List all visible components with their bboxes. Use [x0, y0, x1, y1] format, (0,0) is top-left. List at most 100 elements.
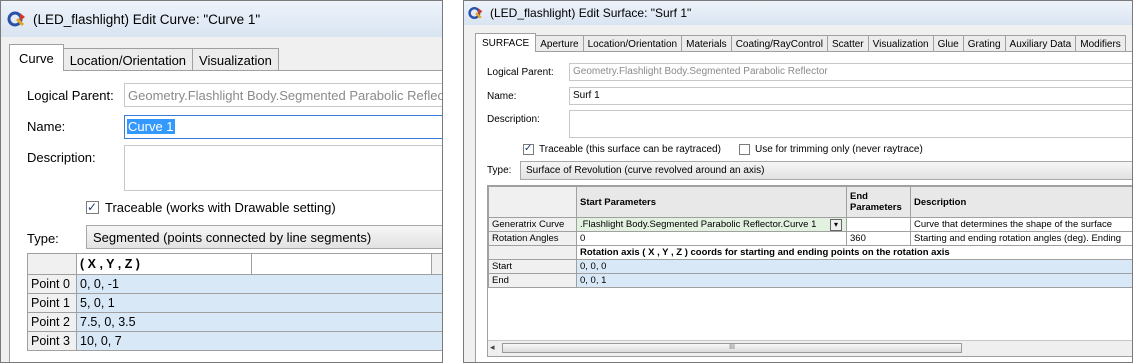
surface-tab-panel: Logical Parent: Geometry.Flashlight Body… [475, 51, 1132, 362]
table-row: Rotation Angles 0 360 Starting and endin… [488, 231, 1132, 246]
traceable-checkbox[interactable] [523, 143, 534, 155]
table-row: Point 0 0, 0, -1 [27, 274, 442, 294]
table-row: End 0, 0, 1 [488, 273, 1132, 288]
edit-curve-window: (LED_flashlight) Edit Curve: "Curve 1" C… [0, 0, 443, 363]
point-row-label[interactable]: Point 2 [27, 312, 77, 332]
traceable-label: Traceable (this surface can be raytraced… [539, 144, 721, 155]
traceable-checkbox[interactable] [86, 200, 99, 214]
logical-parent-field: Geometry.Flashlight Body.Segmented Parab… [124, 83, 442, 107]
points-corner-cell [27, 253, 77, 275]
table-row: Point 3 10, 0, 7 [27, 331, 442, 351]
start-parameters-header: Start Parameters [576, 186, 847, 218]
traceable-option[interactable]: Traceable (works with Drawable setting) [86, 200, 336, 215]
generatrix-curve-value: .Flashlight Body.Segmented Parabolic Ref… [580, 219, 817, 230]
name-input[interactable]: Curve 1 [124, 115, 442, 139]
point-value-cell[interactable]: 10, 0, 7 [76, 331, 442, 351]
trim-checkbox[interactable] [739, 144, 750, 155]
parameters-header-row: Start Parameters End Parameters Descript… [488, 186, 1132, 218]
description-header: Description [910, 186, 1132, 218]
tab-auxiliary-data[interactable]: Auxiliary Data [1004, 35, 1077, 52]
tab-modifiers[interactable]: Modifiers [1075, 35, 1126, 52]
point-row-label[interactable]: Point 1 [27, 293, 77, 313]
trim-label: Use for trimming only (never raytrace) [755, 144, 923, 155]
parameters-table-area: Start Parameters End Parameters Descript… [487, 185, 1132, 357]
surface-window-title: (LED_flashlight) Edit Surface: "Surf 1" [490, 6, 692, 20]
surface-title-bar[interactable]: (LED_flashlight) Edit Surface: "Surf 1" [464, 1, 1132, 25]
app-icon [468, 5, 484, 21]
curve-tab-bar: Curve Location/Orientation Visualization [9, 44, 442, 71]
trim-option[interactable]: Use for trimming only (never raytrace) [739, 144, 923, 155]
table-row: Generatrix Curve .Flashlight Body.Segmen… [488, 217, 1132, 232]
points-empty-header [251, 253, 432, 275]
generatrix-end-cell[interactable] [846, 217, 911, 232]
row-label-generatrix[interactable]: Generatrix Curve [488, 217, 577, 232]
description-input[interactable] [569, 110, 1132, 138]
tab-surface[interactable]: SURFACE [475, 33, 537, 52]
logical-parent-label: Logical Parent: [27, 88, 114, 103]
curve-title-bar[interactable]: (LED_flashlight) Edit Curve: "Curve 1" [1, 1, 442, 37]
tab-scatter[interactable]: Scatter [826, 35, 869, 52]
axis-end-value[interactable]: 0, 0, 1 [576, 273, 1132, 288]
tab-grating[interactable]: Grating [962, 35, 1006, 52]
point-row-label[interactable]: Point 3 [27, 331, 77, 351]
tab-aperture[interactable]: Aperture [535, 35, 584, 52]
end-parameters-header: End Parameters [846, 186, 911, 218]
point-row-label[interactable]: Point 0 [27, 274, 77, 294]
tab-coating-raycontrol[interactable]: Coating/RayControl [730, 35, 828, 52]
description-label: Description: [27, 150, 96, 165]
surface-type-dropdown[interactable]: Surface of Revolution (curve revolved ar… [520, 161, 1132, 180]
traceable-label: Traceable (works with Drawable setting) [105, 200, 336, 215]
tab-location-orientation[interactable]: Location/Orientation [582, 35, 683, 52]
row-label-rotation-angles[interactable]: Rotation Angles [488, 231, 577, 246]
tab-location-orientation[interactable]: Location/Orientation [62, 48, 194, 71]
rotation-start-cell[interactable]: 0 [576, 231, 847, 246]
logical-parent-label: Logical Parent: [487, 67, 554, 78]
points-column-header: ( X , Y , Z ) [76, 253, 252, 275]
parameters-corner-cell [488, 186, 577, 218]
scrollbar-thumb[interactable]: III [502, 343, 962, 353]
name-input[interactable]: Surf 1 [569, 87, 1132, 105]
tab-glue[interactable]: Glue [932, 35, 964, 52]
point-value-cell[interactable]: 7.5, 0, 3.5 [76, 312, 442, 332]
axis-row-label-start[interactable]: Start [488, 259, 577, 274]
tab-curve[interactable]: Curve [9, 44, 64, 71]
axis-corner-cell [488, 245, 577, 260]
curve-type-dropdown[interactable]: Segmented (points connected by line segm… [86, 225, 442, 249]
rotation-description-cell: Starting and ending rotation angles (deg… [910, 231, 1132, 246]
type-label: Type: [27, 231, 59, 246]
axis-row-label-end[interactable]: End [488, 273, 577, 288]
parameters-table: Start Parameters End Parameters Descript… [488, 186, 1132, 288]
scroll-left-arrow-icon[interactable]: ◂ [490, 342, 495, 353]
tab-visualization[interactable]: Visualization [867, 35, 934, 52]
table-row: Rotation axis ( X , Y , Z ) coords for s… [488, 245, 1132, 260]
app-icon [7, 9, 27, 29]
traceable-option[interactable]: Traceable (this surface can be raytraced… [523, 143, 721, 155]
curve-window-title: (LED_flashlight) Edit Curve: "Curve 1" [33, 11, 261, 27]
points-table: ( X , Y , Z ) Point 0 0, 0, -1 Point 1 5… [27, 253, 442, 351]
description-input[interactable] [124, 145, 442, 191]
axis-start-value[interactable]: 0, 0, 0 [576, 259, 1132, 274]
tab-materials[interactable]: Materials [681, 35, 732, 52]
logical-parent-field: Geometry.Flashlight Body.Segmented Parab… [569, 63, 1132, 81]
name-label: Name: [487, 91, 517, 102]
curve-tab-panel: Logical Parent: Geometry.Flashlight Body… [9, 70, 442, 362]
dropdown-arrow-icon[interactable]: ▾ [830, 219, 842, 231]
edit-surface-window: (LED_flashlight) Edit Surface: "Surf 1" … [463, 0, 1133, 363]
generatrix-description-cell: Curve that determines the shape of the s… [910, 217, 1132, 232]
table-row: Point 2 7.5, 0, 3.5 [27, 312, 442, 332]
rotation-end-cell[interactable]: 360 [846, 231, 911, 246]
tab-visualization[interactable]: Visualization [192, 48, 279, 71]
surface-tab-bar: SURFACE Aperture Location/Orientation Ma… [475, 32, 1132, 52]
scrollbar-grip-icon: III [729, 344, 735, 351]
point-value-cell[interactable]: 5, 0, 1 [76, 293, 442, 313]
name-label: Name: [27, 119, 66, 134]
point-value-cell[interactable]: 0, 0, -1 [76, 274, 442, 294]
horizontal-scrollbar[interactable]: ◂ III [488, 340, 1132, 356]
description-label: Description: [487, 114, 540, 125]
points-header-filler [431, 253, 442, 275]
table-row: Point 1 5, 0, 1 [27, 293, 442, 313]
type-label: Type: [487, 165, 512, 176]
generatrix-curve-cell[interactable]: .Flashlight Body.Segmented Parabolic Ref… [576, 217, 847, 232]
table-row: Start 0, 0, 0 [488, 259, 1132, 274]
rotation-axis-header: Rotation axis ( X , Y , Z ) coords for s… [576, 245, 1132, 260]
